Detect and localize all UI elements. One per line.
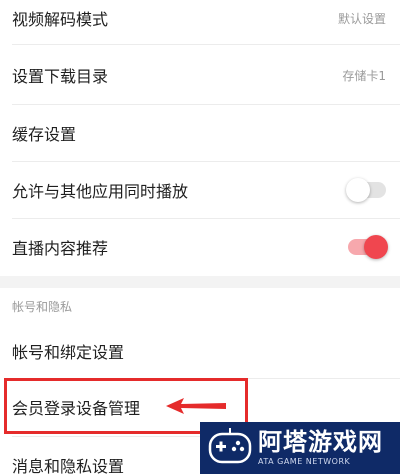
watermark-badge: 阿塔游戏网 ATA GAME NETWORK xyxy=(200,422,400,474)
allow-concurrent-playback-toggle[interactable] xyxy=(346,178,386,202)
account-binding-settings-label: 帐号和绑定设置 xyxy=(12,343,125,362)
section-separator xyxy=(0,276,400,288)
video-decode-mode-row[interactable]: 视频解码模式 默认设置 xyxy=(0,0,400,36)
settings-screen: 视频解码模式 默认设置 设置下载目录 存储卡1 缓存设置 允许与其他应用同时播放… xyxy=(0,0,400,474)
account-privacy-section-header: 帐号和隐私 xyxy=(12,300,73,314)
divider xyxy=(12,44,400,45)
message-privacy-settings-label: 消息和隐私设置 xyxy=(12,457,125,474)
gamepad-logo-icon xyxy=(208,428,252,464)
member-login-device-management-label: 会员登录设备管理 xyxy=(12,399,141,418)
cache-settings-label: 缓存设置 xyxy=(12,125,77,144)
live-recommendation-row: 直播内容推荐 xyxy=(0,219,400,275)
allow-concurrent-playback-label: 允许与其他应用同时播放 xyxy=(12,182,189,201)
watermark-title: 阿塔游戏网 xyxy=(258,428,383,456)
cache-settings-row[interactable]: 缓存设置 xyxy=(0,105,400,161)
download-directory-row[interactable]: 设置下载目录 存储卡1 xyxy=(0,46,400,104)
video-decode-mode-value: 默认设置 xyxy=(337,11,386,26)
watermark-text: 阿塔游戏网 ATA GAME NETWORK xyxy=(258,430,383,466)
download-directory-value: 存储卡1 xyxy=(342,68,386,83)
live-recommendation-label: 直播内容推荐 xyxy=(12,239,109,258)
download-directory-label: 设置下载目录 xyxy=(12,67,109,86)
live-recommendation-toggle[interactable] xyxy=(348,235,388,259)
toggle-knob xyxy=(364,235,388,259)
toggle-knob xyxy=(346,178,370,202)
allow-concurrent-playback-row: 允许与其他应用同时播放 xyxy=(0,162,400,218)
video-decode-mode-label: 视频解码模式 xyxy=(12,10,109,29)
account-binding-settings-row[interactable]: 帐号和绑定设置 xyxy=(0,324,400,378)
watermark-subtitle: ATA GAME NETWORK xyxy=(258,457,351,466)
